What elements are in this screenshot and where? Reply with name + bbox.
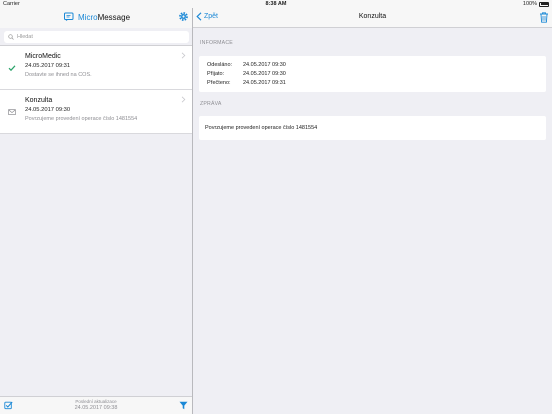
message-list-item-micromedic[interactable]: MicroMedic 24.05.2017 09:31 Dostavte se … [0,46,192,90]
message-title: Konzulta [25,97,53,104]
list-toolbar: Poslední aktualizace 24.05.2017 09:38 [0,396,192,414]
message-date: 24.05.2017 09:31 [25,63,71,69]
message-list: MicroMedic 24.05.2017 09:31 Dostavte se … [0,46,192,134]
message-section-header: ZPRÁVA [200,101,222,107]
search-bar [0,28,192,46]
message-title: MicroMedic [25,53,61,60]
app-title: MicroMessage [64,12,130,22]
search-icon [8,34,14,40]
gear-icon[interactable] [178,11,189,22]
filter-icon[interactable] [179,401,188,410]
battery-indicator: 100% [523,1,549,7]
detail-title: Konzulta [358,13,387,20]
message-card: Povrzujeme provedení operace číslo 14815… [199,116,546,140]
message-body: Povrzujeme provedení operace číslo 14815… [205,125,318,131]
status-bar: Carrier 8:38 AM 100% [0,0,552,8]
message-list-pane: MicroMessage MicroMedic 24.05.2017 09:31… [0,8,192,414]
last-update-date: 24.05.2017 09:38 [74,405,118,411]
clock: 8:38 AM [265,1,287,7]
message-date: 24.05.2017 09:30 [25,107,71,113]
info-value: 24.05.2017 09:31 [243,80,286,86]
message-logo-icon [64,12,74,21]
message-preview: Dostavte se ihned na COS. [25,72,92,78]
info-value: 24.05.2017 09:30 [243,71,286,77]
app-name-micro: Micro [78,12,98,22]
list-nav-bar: MicroMessage [0,8,192,28]
check-icon [8,65,16,72]
info-value: 24.05.2017 09:30 [243,62,286,68]
message-preview: Povrzujeme provedení operace číslo 14815… [25,116,138,122]
info-row-sent: Odesláno: 24.05.2017 09:30 [207,62,286,68]
message-list-item-konzulta[interactable]: Konzulta 24.05.2017 09:30 Povrzujeme pro… [0,90,192,134]
info-label: Odesláno: [207,62,233,68]
last-update-label: Poslední aktualizace [75,399,117,404]
search-input[interactable] [17,34,187,40]
envelope-icon [8,109,16,115]
chevron-right-icon [181,52,186,59]
info-card: Odesláno: 24.05.2017 09:30 Přijato: 24.05.… [199,56,546,92]
info-label: Přijato: [207,71,225,77]
info-row-received: Přijato: 24.05.2017 09:30 [207,71,286,77]
detail-nav-bar: Zpět Konzulta [193,8,552,28]
search-field[interactable] [4,31,189,43]
info-label: Přečteno: [207,80,231,86]
info-row-read: Přečteno: 24.05.2017 09:31 [207,80,286,86]
battery-icon [539,1,549,7]
chevron-right-icon [181,96,186,103]
message-detail-pane: Zpět Konzulta INFORMACE Odesláno: 24.05.2… [193,8,552,414]
trash-icon[interactable] [539,12,549,23]
info-section-header: INFORMACE [200,40,233,46]
battery-percent: 100% [522,1,537,7]
app-name-message: Message [97,12,131,22]
